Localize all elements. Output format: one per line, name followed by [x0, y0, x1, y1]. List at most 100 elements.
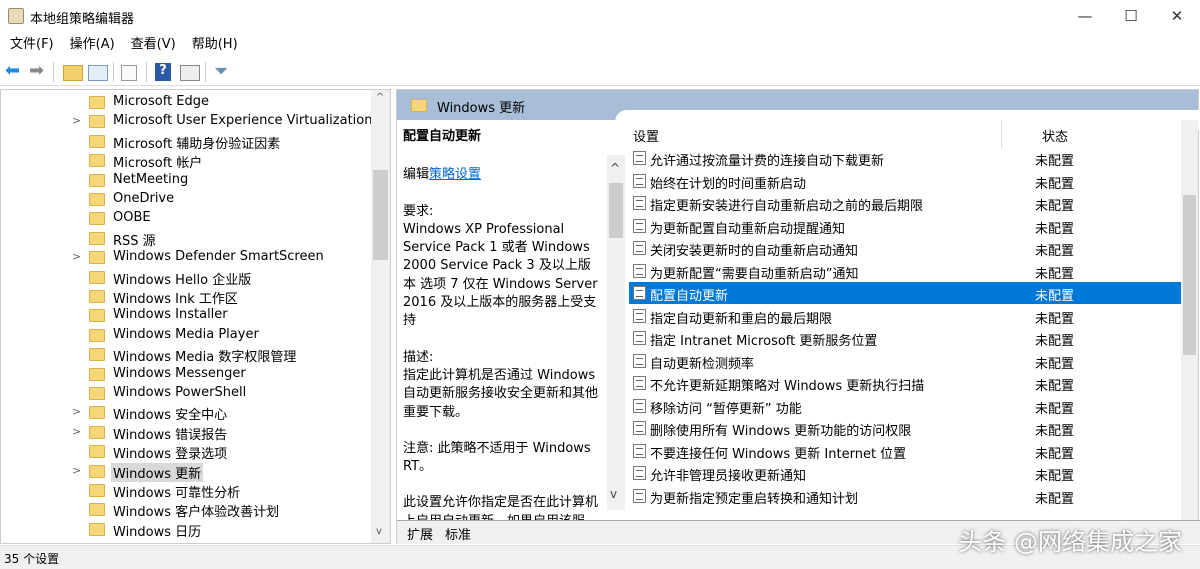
expand-arrow-icon[interactable]: > — [72, 405, 81, 418]
policy-row[interactable]: 允许通过按流量计费的连接自动下载更新 未配置 — [629, 147, 1181, 169]
tree-item[interactable]: Microsoft Edge — [1, 93, 371, 112]
menu-action[interactable]: 操作(A) — [64, 34, 121, 56]
close-button[interactable]: ✕ — [1154, 0, 1200, 32]
policy-name: 允许通过按流量计费的连接自动下载更新 — [650, 154, 885, 169]
requirements-label: 要求: — [403, 203, 434, 219]
expand-arrow-icon[interactable]: > — [72, 464, 81, 477]
folder-icon — [89, 406, 105, 420]
title-bar: 本地组策略编辑器 — ☐ ✕ — [0, 0, 1200, 32]
tree-item-label: OneDrive — [113, 191, 175, 206]
description-text: 指定此计算机是否通过 Windows 自动更新服务接收安全更新和其他重要下载。 — [403, 367, 599, 420]
policy-state: 未配置 — [1035, 221, 1075, 237]
policy-icon — [633, 488, 646, 503]
filter-icon[interactable]: ⏷ — [214, 62, 234, 82]
tree-item-label: Windows Messenger — [113, 365, 246, 381]
tree-item[interactable]: Windows 客户体验改善计划 — [1, 500, 371, 520]
tree-item[interactable]: Windows 可靠性分析 — [1, 481, 371, 501]
tab-extended[interactable]: 扩展 — [407, 524, 433, 543]
up-folder-icon[interactable] — [63, 65, 83, 81]
policy-row[interactable]: 移除访问 “暂停更新” 功能 未配置 — [629, 395, 1181, 417]
back-icon[interactable]: ⬅ — [5, 62, 25, 82]
policy-row[interactable]: 为更新配置自动重新启动提醒通知 未配置 — [629, 215, 1181, 237]
expand-arrow-icon[interactable]: > — [72, 114, 81, 127]
tree-item[interactable]: Microsoft 帐户 — [1, 151, 371, 171]
tree-item[interactable]: Windows Media 数字权限管理 — [1, 345, 371, 365]
menu-help[interactable]: 帮助(H) — [186, 34, 244, 56]
tree-item[interactable]: Windows 日历 — [1, 520, 371, 540]
column-header-setting[interactable]: 设置 — [633, 126, 659, 145]
tree-item[interactable]: RSS 源 — [1, 229, 371, 249]
policy-row[interactable]: 删除使用所有 Windows 更新功能的访问权限 未配置 — [629, 417, 1181, 439]
tree-item-label: RSS 源 — [113, 233, 156, 249]
tree-item[interactable]: Windows 登录选项 — [1, 442, 371, 463]
tree-item[interactable]: > Microsoft User Experience Virtualizatio… — [1, 112, 372, 131]
folder-icon — [89, 212, 105, 226]
tree-scroll-thumb[interactable] — [373, 170, 388, 260]
tree-item[interactable]: Windows Messenger — [1, 365, 371, 384]
show-hide-tree-icon[interactable] — [88, 65, 108, 81]
tree-item[interactable]: Microsoft 辅助身份验证因素 — [1, 132, 371, 152]
policy-row[interactable]: 自动更新检测频率 未配置 — [629, 350, 1181, 372]
help-icon[interactable]: ? — [155, 63, 171, 81]
folder-icon — [89, 387, 105, 400]
menu-file[interactable]: 文件(F) — [4, 34, 60, 56]
policy-name: 指定自动更新和重启的最后期限 — [650, 311, 833, 327]
maximize-button[interactable]: ☐ — [1108, 0, 1154, 32]
menu-view[interactable]: 查看(V) — [125, 34, 182, 56]
policy-icon — [633, 331, 646, 345]
folder-icon — [89, 348, 105, 362]
column-header-state[interactable]: 状态 — [1042, 126, 1068, 145]
policy-row[interactable]: 为更新指定预定重启转换和通知计划 未配置 — [629, 485, 1181, 507]
policy-row[interactable]: 指定更新安装进行自动重新启动之前的最后期限 未配置 — [629, 192, 1181, 214]
forward-icon[interactable]: ➡ — [29, 62, 49, 82]
policy-name: 指定 Intranet Microsoft 更新服务位置 — [650, 334, 878, 349]
folder-icon — [89, 328, 105, 342]
policy-icon — [633, 376, 646, 390]
policy-icon — [633, 466, 646, 480]
tree-item-label: Windows 登录选项 — [113, 447, 228, 463]
tree-item-label: Windows 更新 — [111, 462, 204, 482]
folder-icon — [89, 425, 105, 439]
policy-row[interactable]: 配置自动更新 未配置 — [629, 282, 1181, 304]
policy-row[interactable]: 不允许更新延期策略对 Windows 更新执行扫描 未配置 — [629, 372, 1181, 394]
policy-row[interactable]: 关闭安装更新时的自动重新启动通知 未配置 — [629, 237, 1181, 259]
properties-icon[interactable] — [180, 65, 200, 81]
tree-item[interactable]: Windows Ink 工作区 — [1, 287, 371, 307]
policy-icon — [633, 151, 646, 165]
tree-item-label: Windows Hello 企业版 — [113, 272, 252, 288]
tree-item[interactable]: > Windows 错误报告 — [1, 423, 371, 443]
tree-pane: Microsoft Edge > Microsoft User Experience… — [0, 89, 391, 544]
tree-item[interactable]: > Windows 更新 — [1, 462, 371, 482]
tree-item[interactable]: > Windows Defender SmartScreen — [1, 248, 371, 267]
policy-row[interactable]: 允许非管理员接收更新通知 未配置 — [629, 462, 1181, 484]
tree-item[interactable]: Windows Hello 企业版 — [1, 268, 371, 288]
policy-state: 未配置 — [1035, 401, 1075, 417]
tree-item[interactable]: Windows Media Player — [1, 326, 371, 345]
policy-state: 未配置 — [1035, 334, 1075, 349]
tab-standard[interactable]: 标准 — [445, 524, 471, 543]
folder-icon — [89, 367, 105, 381]
policy-row[interactable]: 指定 Intranet Microsoft 更新服务位置 未配置 — [629, 327, 1181, 349]
policy-row[interactable]: 始终在计划的时间重新启动 未配置 — [629, 170, 1181, 192]
tree-item[interactable]: Windows PowerShell — [1, 384, 371, 403]
policy-settings-link[interactable]: 策略设置 — [429, 167, 481, 182]
policy-icon — [633, 218, 646, 233]
tree-item[interactable]: NetMeeting — [1, 171, 371, 190]
policy-row[interactable]: 不要连接任何 Windows 更新 Internet 位置 未配置 — [629, 440, 1181, 462]
description-scrollbar[interactable]: ^ v — [607, 155, 625, 510]
tree-item[interactable]: > Windows 安全中心 — [1, 403, 371, 423]
policy-row[interactable]: 指定自动更新和重启的最后期限 未配置 — [629, 305, 1181, 327]
tree-item-label: Windows 日历 — [113, 524, 202, 540]
tree-item[interactable]: OOBE — [1, 209, 371, 228]
tree-item[interactable]: OneDrive — [1, 190, 371, 209]
expand-arrow-icon[interactable]: > — [72, 425, 81, 438]
expand-arrow-icon[interactable]: > — [72, 250, 81, 263]
minimize-button[interactable]: — — [1062, 0, 1108, 32]
export-list-icon[interactable] — [121, 65, 137, 81]
tree-item[interactable]: Windows Installer — [1, 306, 371, 325]
list-scrollbar[interactable] — [1181, 120, 1198, 520]
policy-icon — [633, 263, 646, 278]
folder-icon — [89, 173, 105, 187]
tree-scrollbar[interactable]: ^ v — [371, 90, 390, 543]
policy-row[interactable]: 为更新配置“需要自动重新启动”通知 未配置 — [629, 260, 1181, 282]
